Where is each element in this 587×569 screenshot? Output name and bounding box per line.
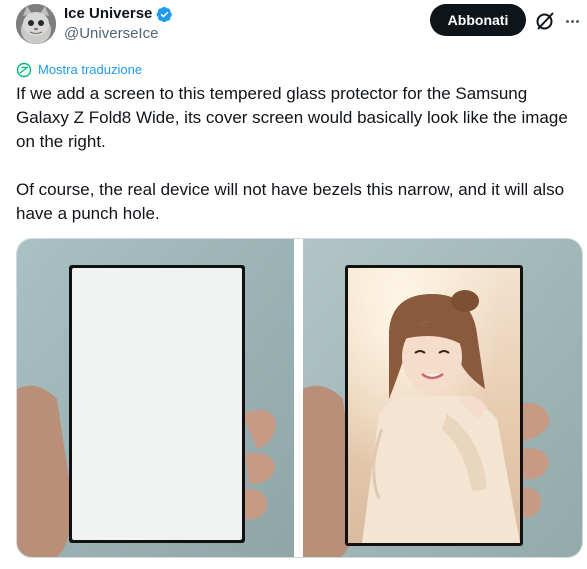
translate-link[interactable]: Mostra traduzione xyxy=(16,62,142,78)
follow-button[interactable]: Abbonati xyxy=(430,4,526,36)
tweet-paragraph: Of course, the real device will not have… xyxy=(16,180,565,223)
author-handle[interactable]: @UniverseIce xyxy=(64,25,158,43)
verified-badge-icon xyxy=(157,6,173,22)
tweet-text: If we add a screen to this tempered glas… xyxy=(16,82,582,226)
avatar[interactable] xyxy=(16,4,56,44)
translate-label[interactable]: Mostra traduzione xyxy=(38,62,142,78)
more-icon[interactable] xyxy=(560,9,584,33)
tweet-paragraph: If we add a screen to this tempered glas… xyxy=(16,84,568,151)
translate-icon xyxy=(16,62,32,78)
tweet-media[interactable] xyxy=(16,238,583,558)
tweet-card: Ice Universe @UniverseIce Abbonati Mostr… xyxy=(0,0,587,569)
cat-avatar-icon xyxy=(16,4,56,44)
author-display-name[interactable]: Ice Universe xyxy=(64,5,152,23)
media-image xyxy=(17,239,582,557)
grok-icon[interactable] xyxy=(533,9,557,33)
media-panel-left xyxy=(17,239,294,557)
media-panel-right xyxy=(303,239,582,557)
author-name-row: Ice Universe xyxy=(64,5,173,23)
